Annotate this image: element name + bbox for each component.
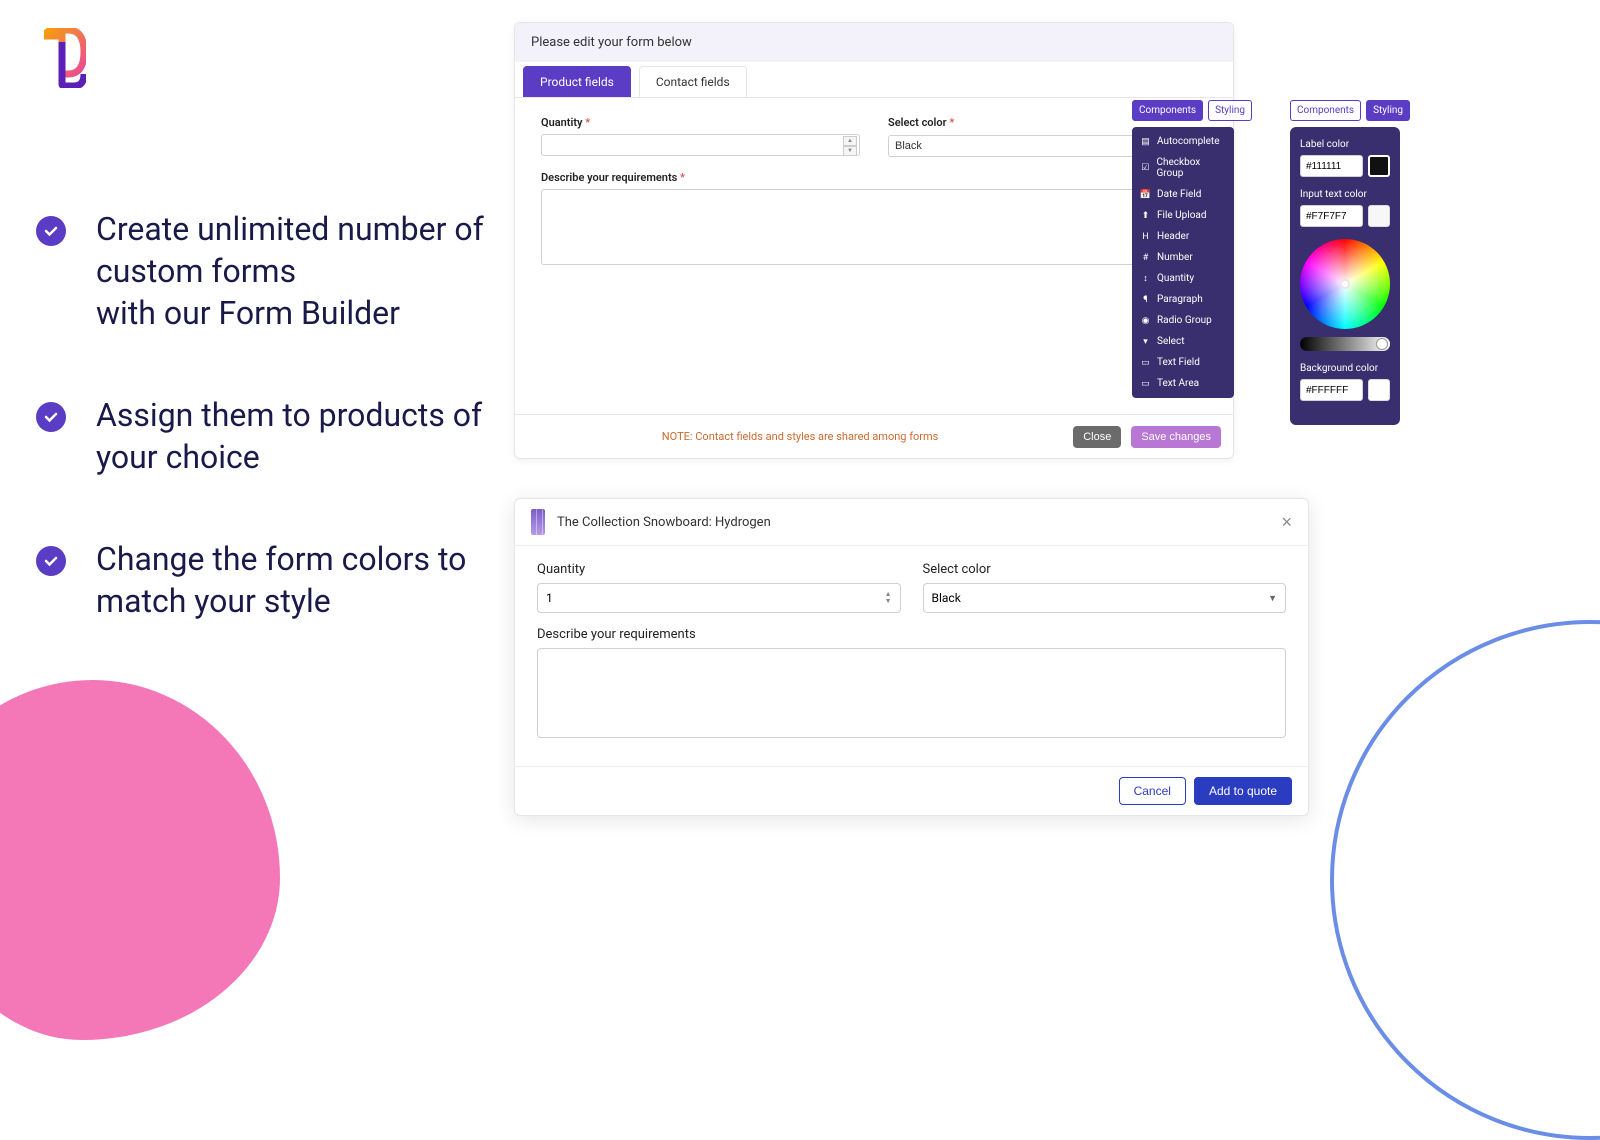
label-color-swatch[interactable]	[1368, 155, 1390, 177]
builder-tabs: Product fields Contact fields	[515, 62, 1233, 98]
modal-color-field: Select color Black ▼	[923, 562, 1287, 613]
palette-item-header[interactable]: HHeader	[1132, 226, 1234, 247]
palette-list: ▤Autocomplete ☑Checkbox Group 📅Date Fiel…	[1132, 127, 1234, 398]
palette-item-quantity[interactable]: ↕Quantity	[1132, 268, 1234, 289]
modal-requirements-field: Describe your requirements	[537, 627, 1286, 742]
close-icon[interactable]: ×	[1281, 512, 1292, 533]
upload-icon: ⬆	[1140, 210, 1151, 221]
color-wheel[interactable]	[1300, 239, 1390, 329]
chevron-down-icon: ▼	[1268, 593, 1277, 604]
modal-quantity-label: Quantity	[537, 562, 901, 577]
color-wheel-handle[interactable]	[1340, 279, 1350, 289]
palette-item-text-area[interactable]: ▭Text Area	[1132, 373, 1234, 394]
quantity-label: Quantity *	[541, 116, 860, 129]
background-color-input[interactable]	[1300, 379, 1363, 401]
requirements-field: Describe your requirements *	[541, 171, 1207, 269]
palette-item-text-field[interactable]: ▭Text Field	[1132, 352, 1234, 373]
text-field-icon: ▭	[1140, 357, 1151, 368]
quantity-icon: ↕	[1140, 273, 1151, 284]
text-area-icon: ▭	[1140, 378, 1151, 389]
checkbox-icon: ☑	[1140, 163, 1150, 174]
product-quote-modal: The Collection Snowboard: Hydrogen × Qua…	[514, 498, 1309, 816]
product-thumbnail	[531, 509, 545, 535]
palette-item-select[interactable]: ▾Select	[1132, 331, 1234, 352]
style-tab-styling[interactable]: Styling	[1366, 100, 1410, 121]
stepper-icon[interactable]: ▲▼	[885, 591, 892, 605]
label-color-label: Label color	[1300, 139, 1390, 150]
style-tab-components[interactable]: Components	[1290, 100, 1361, 121]
modal-title: The Collection Snowboard: Hydrogen	[557, 515, 1281, 530]
check-icon	[36, 546, 66, 576]
background-color-swatch[interactable]	[1368, 379, 1390, 401]
palette-item-radio-group[interactable]: ◉Radio Group	[1132, 310, 1234, 331]
feature-text: Create unlimited number of custom formsw…	[96, 208, 486, 334]
close-button[interactable]: Close	[1073, 426, 1121, 448]
modal-requirements-label: Describe your requirements	[537, 627, 1286, 642]
feature-text: Change the form colors to match your sty…	[96, 538, 486, 622]
modal-quantity-field: Quantity 1 ▲▼	[537, 562, 901, 613]
builder-footer-note: NOTE: Contact fields and styles are shar…	[527, 430, 1073, 443]
quantity-field: Quantity * ▲▼	[541, 116, 860, 157]
radio-icon: ◉	[1140, 315, 1151, 326]
palette-item-date-field[interactable]: 📅Date Field	[1132, 184, 1234, 205]
input-text-color-label: Input text color	[1300, 189, 1390, 200]
components-palette: Components Styling ▤Autocomplete ☑Checkb…	[1132, 100, 1234, 398]
feature-item: Change the form colors to match your sty…	[36, 538, 486, 622]
save-changes-button[interactable]: Save changes	[1131, 426, 1221, 448]
palette-item-paragraph[interactable]: ¶Paragraph	[1132, 289, 1234, 310]
modal-quantity-input[interactable]: 1 ▲▼	[537, 583, 901, 613]
requirements-textarea[interactable]	[541, 189, 1207, 265]
decorative-blob	[0, 680, 280, 1040]
modal-color-label: Select color	[923, 562, 1287, 577]
cancel-button[interactable]: Cancel	[1119, 777, 1186, 805]
requirements-label: Describe your requirements *	[541, 171, 1207, 184]
check-icon	[36, 216, 66, 246]
autocomplete-icon: ▤	[1140, 136, 1151, 147]
feature-item: Create unlimited number of custom formsw…	[36, 208, 486, 334]
palette-item-checkbox-group[interactable]: ☑Checkbox Group	[1132, 152, 1234, 184]
modal-requirements-textarea[interactable]	[537, 648, 1286, 738]
calendar-icon: 📅	[1140, 189, 1151, 200]
tab-contact-fields[interactable]: Contact fields	[639, 66, 747, 97]
form-canvas[interactable]: Quantity * ▲▼ Select color * Describe yo…	[515, 98, 1233, 414]
tab-product-fields[interactable]: Product fields	[523, 66, 631, 97]
form-builder-panel: Please edit your form below Product fiel…	[514, 22, 1234, 459]
input-text-color-input[interactable]	[1300, 205, 1363, 227]
palette-tab-styling[interactable]: Styling	[1208, 100, 1252, 121]
features-list: Create unlimited number of custom formsw…	[36, 208, 486, 682]
palette-item-number[interactable]: #Number	[1132, 247, 1234, 268]
builder-header: Please edit your form below	[515, 23, 1233, 62]
background-color-label: Background color	[1300, 363, 1390, 374]
palette-item-autocomplete[interactable]: ▤Autocomplete	[1132, 131, 1234, 152]
app-logo	[44, 28, 86, 88]
stepper-icon[interactable]: ▲▼	[843, 136, 857, 154]
quantity-input[interactable]: ▲▼	[541, 134, 860, 156]
check-icon	[36, 402, 66, 432]
styling-panel: Components Styling Label color Input tex…	[1290, 100, 1400, 425]
feature-item: Assign them to products of your choice	[36, 394, 486, 478]
modal-color-select[interactable]: Black ▼	[923, 583, 1287, 613]
decorative-arc	[1330, 620, 1600, 1140]
paragraph-icon: ¶	[1140, 294, 1151, 305]
header-icon: H	[1140, 231, 1151, 242]
brightness-slider[interactable]	[1300, 337, 1390, 351]
add-to-quote-button[interactable]: Add to quote	[1194, 777, 1292, 805]
palette-item-file-upload[interactable]: ⬆File Upload	[1132, 205, 1234, 226]
label-color-input[interactable]	[1300, 155, 1363, 177]
feature-text: Assign them to products of your choice	[96, 394, 486, 478]
input-text-color-swatch[interactable]	[1368, 205, 1390, 227]
palette-tab-components[interactable]: Components	[1132, 100, 1203, 121]
hash-icon: #	[1140, 252, 1151, 263]
slider-handle[interactable]	[1376, 338, 1388, 350]
select-icon: ▾	[1140, 336, 1151, 347]
